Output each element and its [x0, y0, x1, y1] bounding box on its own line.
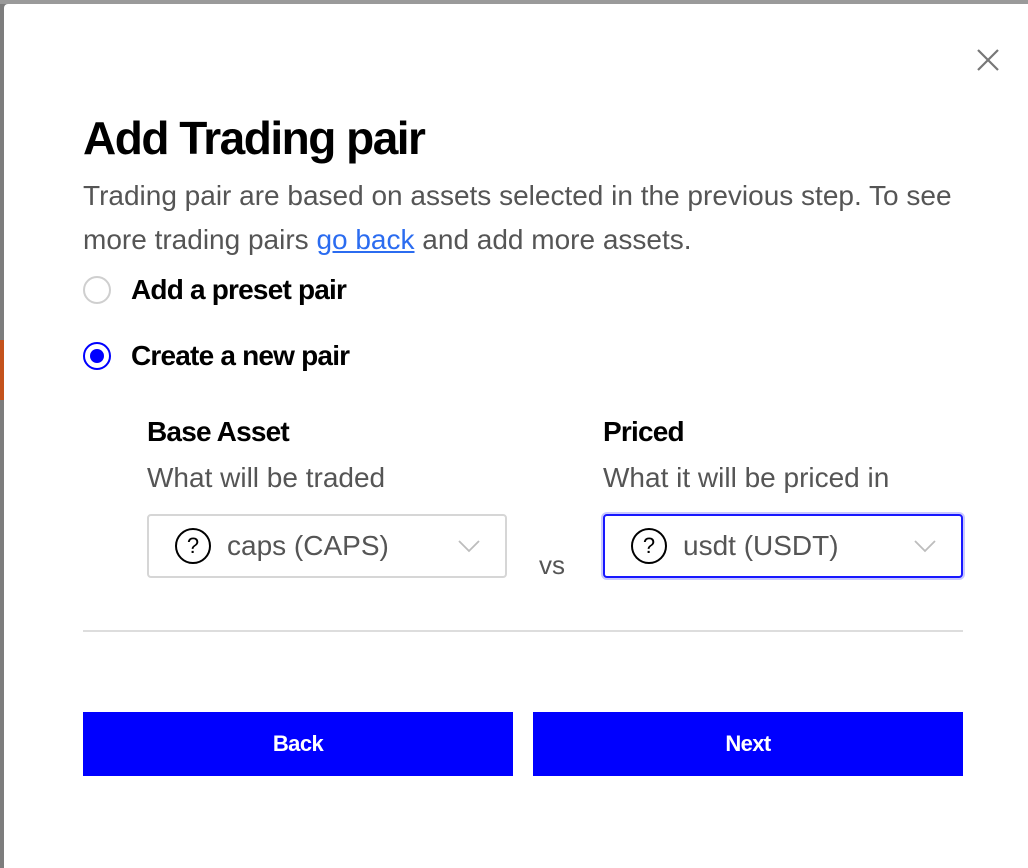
priced-label: Priced	[603, 416, 685, 447]
add-trading-pair-modal: Add Trading pair Trading pair are based …	[4, 4, 1028, 868]
back-button[interactable]: Back	[83, 712, 513, 776]
question-circle-icon: ?	[631, 528, 667, 564]
base-asset-select[interactable]: ? caps (CAPS)	[147, 514, 507, 578]
chevron-down-icon	[458, 540, 480, 553]
next-button[interactable]: Next	[533, 712, 963, 776]
dialog-description: Trading pair are based on assets selecte…	[83, 174, 963, 262]
option-label: Create a new pair	[131, 340, 350, 371]
divider	[83, 630, 963, 632]
option-create-new-pair[interactable]: Create a new pair	[83, 340, 350, 372]
go-back-link[interactable]: go back	[316, 224, 414, 255]
question-circle-icon: ?	[175, 528, 211, 564]
option-label: Add a preset pair	[131, 274, 347, 305]
base-asset-sublabel: What will be traded	[147, 462, 386, 493]
base-asset-label: Base Asset	[147, 416, 290, 447]
close-button[interactable]	[972, 44, 1004, 76]
radio-new-pair[interactable]	[83, 342, 111, 370]
priced-sublabel: What it will be priced in	[603, 462, 890, 493]
chevron-down-icon	[914, 540, 936, 553]
priced-select[interactable]: ? usdt (USDT)	[603, 514, 963, 578]
radio-preset-pair[interactable]	[83, 276, 111, 304]
dialog-title: Add Trading pair	[83, 112, 426, 164]
base-asset-value: caps (CAPS)	[227, 530, 389, 561]
description-text-end: and add more assets.	[414, 224, 692, 255]
priced-value: usdt (USDT)	[683, 530, 839, 561]
vs-separator: vs	[539, 550, 565, 580]
close-icon	[977, 49, 999, 71]
option-add-preset-pair[interactable]: Add a preset pair	[83, 274, 347, 306]
